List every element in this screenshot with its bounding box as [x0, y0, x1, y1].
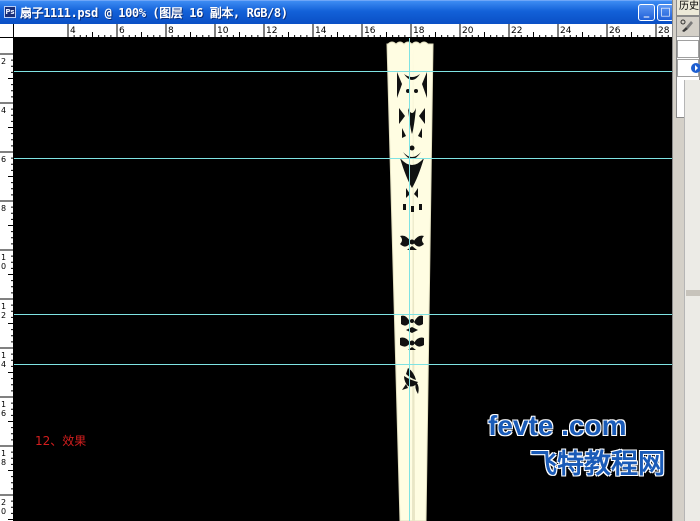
ruler-label: 2 [1, 498, 6, 507]
ruler-label: 1 [1, 400, 6, 409]
ruler-label: 24 [560, 26, 572, 36]
ruler-label: 12 [266, 26, 277, 36]
ruler-label: 26 [609, 26, 621, 36]
step-caption: 12、效果 [35, 434, 87, 448]
ruler-label: 4 [70, 26, 76, 36]
ruler-label: 1 [1, 302, 6, 311]
vertical-ruler-ticks: 2468101214161820 [0, 53, 14, 520]
horizontal-ruler[interactable]: 4681012141618202224262830 [14, 24, 672, 38]
watermark-logo: fevte .com [488, 410, 627, 441]
ruler-label: 4 [1, 360, 6, 369]
ruler-label: 14 [315, 26, 327, 36]
ruler-label: 28 [658, 26, 670, 36]
panel-scrollbar[interactable] [684, 80, 700, 521]
ruler-label: 8 [1, 204, 6, 213]
ruler-label: 1 [1, 351, 6, 360]
ruler-label: 6 [1, 409, 6, 418]
photoshop-window: Ps 扇子1111.psd @ 100% (图层 16 副本, RGB/8) _… [0, 0, 700, 521]
ruler-label: 2 [1, 57, 6, 66]
ruler-label: 0 [1, 262, 6, 271]
ruler-label: 1 [1, 449, 6, 458]
history-brush-icon[interactable] [680, 19, 694, 33]
play-arrow-icon[interactable] [690, 61, 700, 75]
watermark-site-name: 飞特教程网 [530, 449, 665, 480]
vertical-ruler[interactable]: 2468101214161820 [0, 38, 14, 521]
ruler-label: 16 [364, 26, 376, 36]
tab-history[interactable]: 历史 [676, 0, 700, 16]
document-title-bar[interactable]: Ps 扇子1111.psd @ 100% (图层 16 副本, RGB/8) _… [0, 0, 688, 24]
photoshop-document-icon[interactable]: Ps [4, 6, 16, 18]
ruler-label: 6 [1, 155, 6, 164]
ruler-label: 8 [1, 458, 6, 467]
ruler-label: 10 [217, 26, 229, 36]
ruler-label: 2 [1, 311, 6, 320]
ruler-label: 18 [413, 26, 425, 36]
horizontal-ruler-ticks: 4681012141618202224262830 [67, 24, 670, 38]
ruler-label: 0 [1, 507, 6, 516]
scrollbar-grip[interactable] [686, 290, 700, 296]
ruler-label: 1 [1, 253, 6, 262]
ruler-label: 22 [511, 26, 522, 36]
ruler-label: 8 [168, 26, 174, 36]
document-title: 扇子1111.psd @ 100% (图层 16 副本, RGB/8) [20, 6, 288, 20]
ruler-label: 20 [462, 26, 474, 36]
minimize-button[interactable]: _ [638, 4, 655, 21]
ruler-label: 6 [119, 26, 125, 36]
ruler-label: 4 [1, 106, 6, 115]
history-state-row[interactable] [677, 40, 699, 58]
ruler-origin[interactable] [0, 24, 14, 38]
